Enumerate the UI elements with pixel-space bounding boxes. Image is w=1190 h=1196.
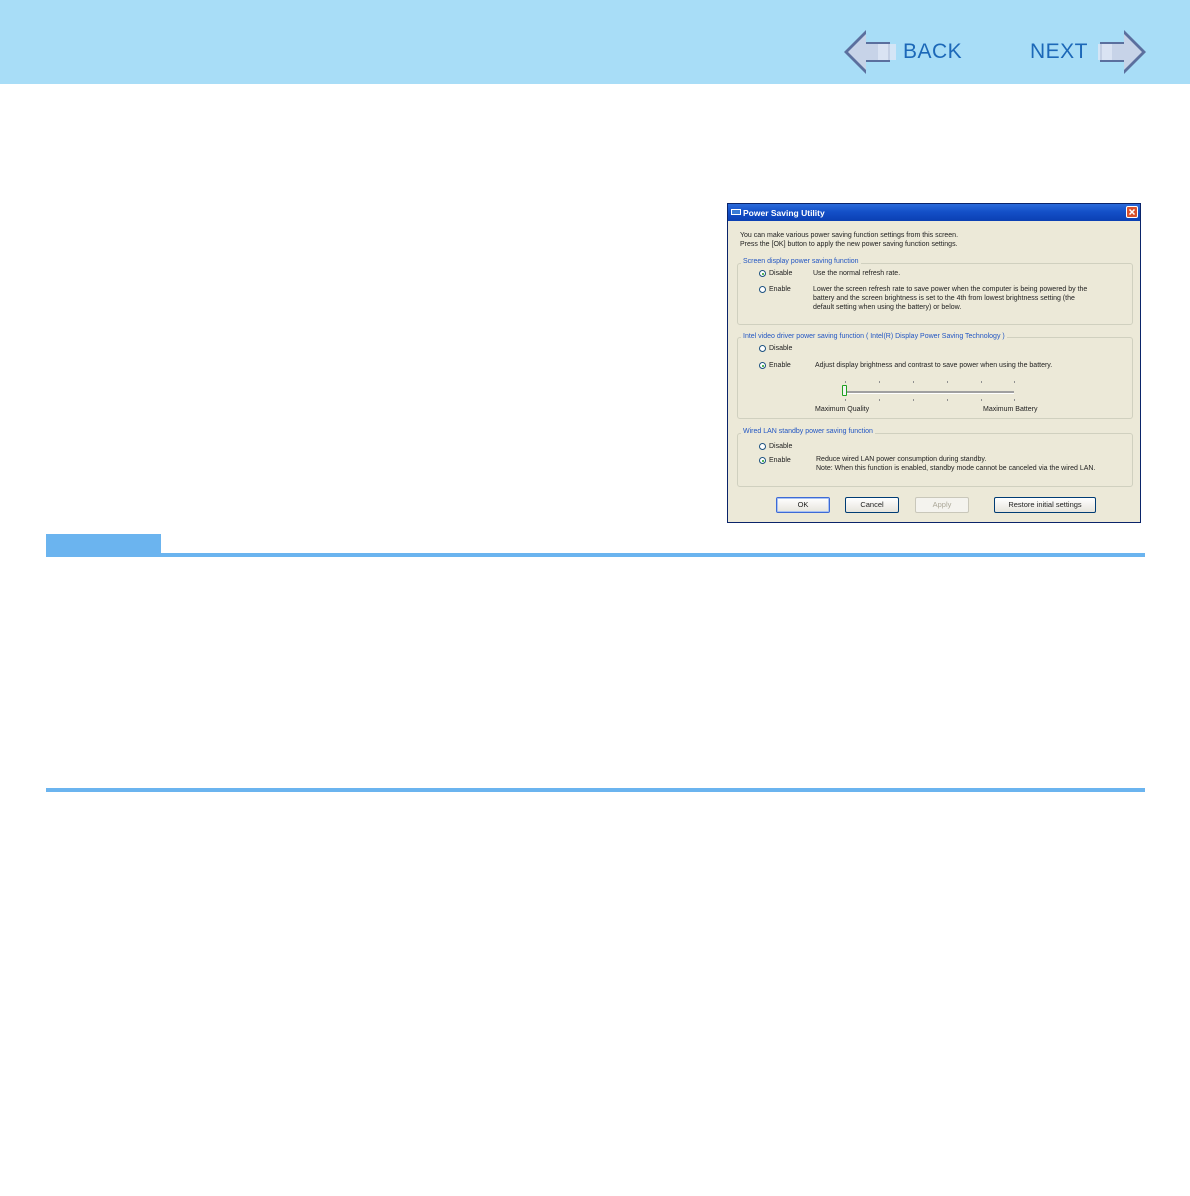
intel-video-group-title: Intel video driver power saving function… — [741, 332, 1007, 341]
back-label: BACK — [903, 40, 963, 63]
slider-tick — [913, 381, 914, 383]
screen-enable-label: Enable — [769, 286, 791, 293]
arrow-right-icon — [1098, 30, 1146, 74]
dialog-intro: You can make various power saving functi… — [740, 231, 958, 249]
dialog-title: Power Saving Utility — [743, 208, 825, 218]
note-divider — [46, 553, 1145, 557]
lan-enable-radio[interactable] — [759, 457, 766, 464]
desc-line: Note: When this function is enabled, sta… — [816, 465, 1096, 472]
screen-enable-desc: Lower the screen refresh rate to save po… — [813, 285, 1087, 312]
cancel-button[interactable]: Cancel — [845, 497, 899, 513]
dialog-titlebar[interactable]: Power Saving Utility — [728, 204, 1140, 221]
desc-line: Lower the screen refresh rate to save po… — [813, 286, 1088, 293]
screen-disable-desc: Use the normal refresh rate. — [813, 270, 901, 277]
slider-tick — [981, 399, 982, 401]
close-button[interactable] — [1126, 206, 1138, 218]
screen-disable-radio[interactable] — [759, 270, 766, 277]
intel-enable-radio[interactable] — [759, 362, 766, 369]
next-button[interactable]: NEXT — [1028, 28, 1148, 76]
restore-initial-settings-button[interactable]: Restore initial settings — [994, 497, 1096, 513]
slider-tick — [845, 381, 846, 383]
lan-enable-desc: Reduce wired LAN power consumption durin… — [816, 455, 1095, 473]
screen-disable-label: Disable — [769, 270, 793, 277]
back-button[interactable]: BACK — [842, 28, 964, 76]
slider-tick — [845, 399, 846, 401]
intro-line: You can make various power saving functi… — [740, 232, 959, 239]
slider-tick — [913, 399, 914, 401]
intel-enable-desc: Adjust display brightness and contrast t… — [815, 362, 1053, 369]
intel-enable-label: Enable — [769, 362, 791, 369]
desc-line: default setting when using the battery) … — [813, 304, 962, 311]
screen-display-group-title: Screen display power saving function — [741, 257, 861, 266]
close-icon — [1128, 208, 1136, 216]
app-icon — [731, 209, 741, 215]
screen-enable-radio[interactable] — [759, 286, 766, 293]
slider-tick — [947, 399, 948, 401]
lan-disable-radio[interactable] — [759, 443, 766, 450]
slider-tick — [1014, 381, 1015, 383]
desc-line: Reduce wired LAN power consumption durin… — [816, 456, 987, 463]
slider-tick — [879, 399, 880, 401]
intel-disable-label: Disable — [769, 345, 793, 352]
section-divider — [46, 788, 1145, 792]
desc-line: battery and the screen brightness is set… — [813, 295, 1075, 302]
slider-tick — [1014, 399, 1015, 401]
power-saving-utility-dialog: Power Saving Utility You can make variou… — [727, 203, 1141, 523]
arrow-left-icon — [844, 30, 896, 74]
slider-tick — [947, 381, 948, 383]
intro-line: Press the [OK] button to apply the new p… — [740, 241, 958, 248]
lan-enable-label: Enable — [769, 457, 791, 464]
lan-disable-label: Disable — [769, 443, 793, 450]
next-label: NEXT — [1030, 40, 1089, 63]
ok-button[interactable]: OK — [776, 497, 830, 513]
intel-video-group — [737, 337, 1133, 419]
battery-quality-slider-thumb[interactable] — [842, 385, 847, 396]
intel-disable-radio[interactable] — [759, 345, 766, 352]
wired-lan-group-title: Wired LAN standby power saving function — [741, 427, 875, 436]
slider-tick — [981, 381, 982, 383]
apply-button[interactable]: Apply — [915, 497, 969, 513]
slider-min-label: Maximum Quality — [815, 406, 870, 413]
page-header — [0, 0, 1190, 84]
battery-quality-slider-track[interactable] — [844, 391, 1014, 394]
slider-tick — [879, 381, 880, 383]
slider-max-label: Maximum Battery — [983, 406, 1038, 413]
